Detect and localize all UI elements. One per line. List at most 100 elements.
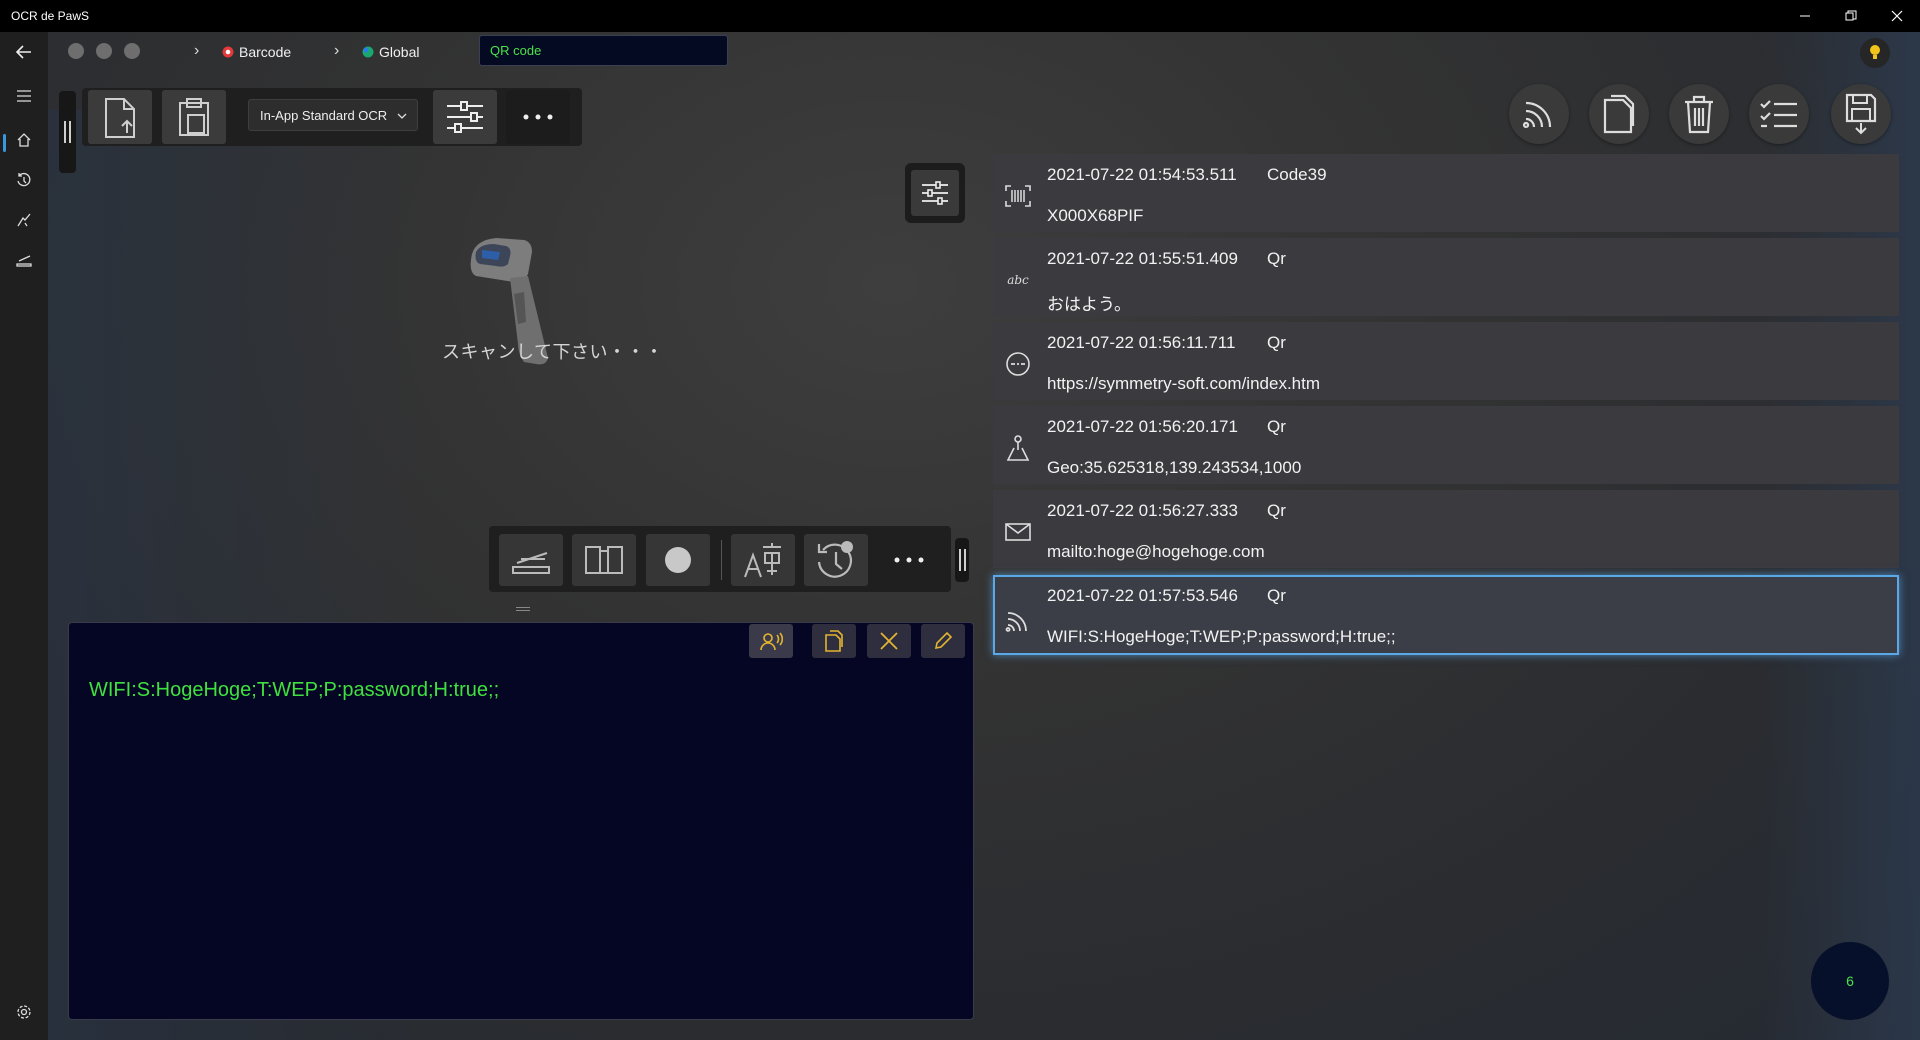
copy-icon (825, 630, 843, 652)
hamburger-icon (17, 90, 31, 102)
translate-button[interactable] (731, 534, 795, 586)
breadcrumb-barcode[interactable]: Barcode (222, 44, 291, 60)
capture-more-button[interactable] (877, 534, 941, 586)
adjust-settings-button[interactable] (433, 90, 497, 144)
result-value: X000X68PIF (1047, 206, 1144, 225)
sliders-icon (447, 101, 483, 133)
result-type: Qr (1267, 501, 1286, 520)
settings-button[interactable] (0, 992, 48, 1032)
speak-icon (760, 632, 783, 651)
back-arrow-icon (15, 45, 31, 59)
result-item[interactable]: 2021-07-22 01:56:20.171 Qr Geo:35.625318… (993, 406, 1899, 484)
clear-text-button[interactable] (867, 624, 911, 658)
breadcrumb-label: Global (379, 44, 420, 60)
translate-icon (744, 543, 781, 578)
wifi-connect-button[interactable] (1509, 84, 1569, 144)
nav-home[interactable] (0, 120, 48, 160)
splitter-handle[interactable] (516, 607, 530, 611)
close-icon (880, 632, 898, 650)
result-timestamp: 2021-07-22 01:56:11.711 (1047, 333, 1236, 352)
read-aloud-button[interactable] (749, 624, 793, 658)
nav-history[interactable] (0, 160, 48, 200)
window-dot-1[interactable] (68, 43, 84, 59)
result-value: WIFI:S:HogeHoge;T:WEP;P:password;H:true;… (1047, 627, 1396, 646)
result-value: https://symmetry-soft.com/index.htm (1047, 374, 1321, 393)
close-window-button[interactable] (1874, 0, 1920, 32)
copy-text-button[interactable] (812, 624, 856, 658)
toolbar-grip[interactable] (59, 91, 76, 173)
more-options-button[interactable] (506, 90, 570, 144)
window-dot-3[interactable] (124, 43, 140, 59)
record-dot-icon (665, 547, 691, 573)
result-item[interactable]: abc 2021-07-22 01:55:51.409 Qr おはよう。 (993, 238, 1899, 316)
recent-history-button[interactable] (804, 534, 868, 586)
trash-icon (1685, 95, 1713, 134)
window-title: OCR de PawS (11, 9, 90, 23)
back-button[interactable] (0, 32, 48, 72)
result-item-selected[interactable]: 2021-07-22 01:57:53.546 Qr WIFI:S:HogeHo… (993, 575, 1899, 655)
nav-scanner[interactable] (0, 240, 48, 280)
result-type: Qr (1267, 333, 1286, 352)
checklist-icon (1760, 100, 1797, 128)
file-upload-icon (105, 98, 135, 138)
map-pin-icon (1004, 434, 1032, 462)
ocr-engine-select[interactable]: In-App Standard OCR (248, 99, 418, 131)
open-file-button[interactable] (88, 90, 152, 144)
scanner-source-button[interactable] (499, 534, 563, 586)
clipboard-icon (179, 98, 209, 136)
more-dots-icon (894, 557, 924, 563)
minimize-button[interactable] (1782, 0, 1828, 32)
result-type: Qr (1267, 417, 1286, 436)
save-icon (1845, 93, 1877, 135)
home-icon (17, 133, 31, 147)
panel-resize-grip[interactable] (955, 538, 969, 582)
result-timestamp: 2021-07-22 01:56:27.333 (1047, 501, 1238, 520)
barcode-mode-icon (222, 46, 234, 58)
result-count-badge[interactable]: 6 (1811, 942, 1889, 1020)
handwriting-icon (17, 213, 31, 227)
book-mode-button[interactable] (572, 534, 636, 586)
delete-all-button[interactable] (1669, 84, 1729, 144)
breadcrumb-global[interactable]: Global (362, 44, 419, 60)
result-value: Geo:35.625318,139.243534,1000 (1047, 458, 1302, 477)
result-timestamp: 2021-07-22 01:55:51.409 (1047, 249, 1238, 268)
history-icon (17, 172, 31, 187)
restore-button[interactable] (1828, 0, 1874, 32)
book-icon (585, 546, 623, 574)
tips-button[interactable] (1860, 38, 1890, 68)
paste-button[interactable] (162, 90, 226, 144)
nav-handwriting[interactable] (0, 200, 48, 240)
window-dot-2[interactable] (96, 43, 112, 59)
result-value: mailto:hoge@hogehoge.com (1047, 542, 1265, 561)
lightbulb-icon (1870, 45, 1880, 59)
search-input[interactable]: QR code (479, 35, 728, 66)
scanner-icon (512, 552, 550, 574)
result-timestamp: 2021-07-22 01:57:53.546 (1047, 586, 1238, 605)
result-type: Qr (1267, 249, 1286, 268)
gear-icon (17, 1005, 31, 1019)
copy-icon (1603, 94, 1635, 134)
filter-settings-button[interactable] (905, 163, 965, 223)
save-button[interactable] (1831, 84, 1891, 144)
scanner-icon (16, 255, 32, 267)
mail-icon (1004, 518, 1032, 546)
menu-button[interactable] (0, 76, 48, 116)
copy-all-button[interactable] (1589, 84, 1649, 144)
text-abc-icon: abc (1007, 273, 1029, 287)
wifi-icon (1004, 607, 1032, 635)
title-bar: OCR de PawS (0, 0, 1920, 32)
select-items-button[interactable] (1749, 84, 1809, 144)
scan-prompt: スキャンして下さい・・・ (442, 342, 664, 362)
breadcrumb-label: Barcode (239, 44, 292, 60)
globe-icon (362, 46, 374, 58)
pencil-icon (934, 631, 953, 650)
result-item[interactable]: 2021-07-22 01:56:27.333 Qr mailto:hoge@h… (993, 490, 1899, 568)
result-item[interactable]: 2021-07-22 01:54:53.511 Code39 X000X68PI… (993, 154, 1899, 232)
result-item[interactable]: 2021-07-22 01:56:11.711 Qr https://symme… (993, 322, 1899, 400)
capture-button[interactable] (646, 534, 710, 586)
edit-text-button[interactable] (921, 624, 965, 658)
ocr-output-text: WIFI:S:HogeHoge;T:WEP;P:password;H:true;… (89, 679, 500, 701)
chevron-down-icon (397, 113, 407, 119)
chevron-right-icon: › (194, 42, 200, 59)
result-timestamp: 2021-07-22 01:56:20.171 (1047, 417, 1238, 436)
